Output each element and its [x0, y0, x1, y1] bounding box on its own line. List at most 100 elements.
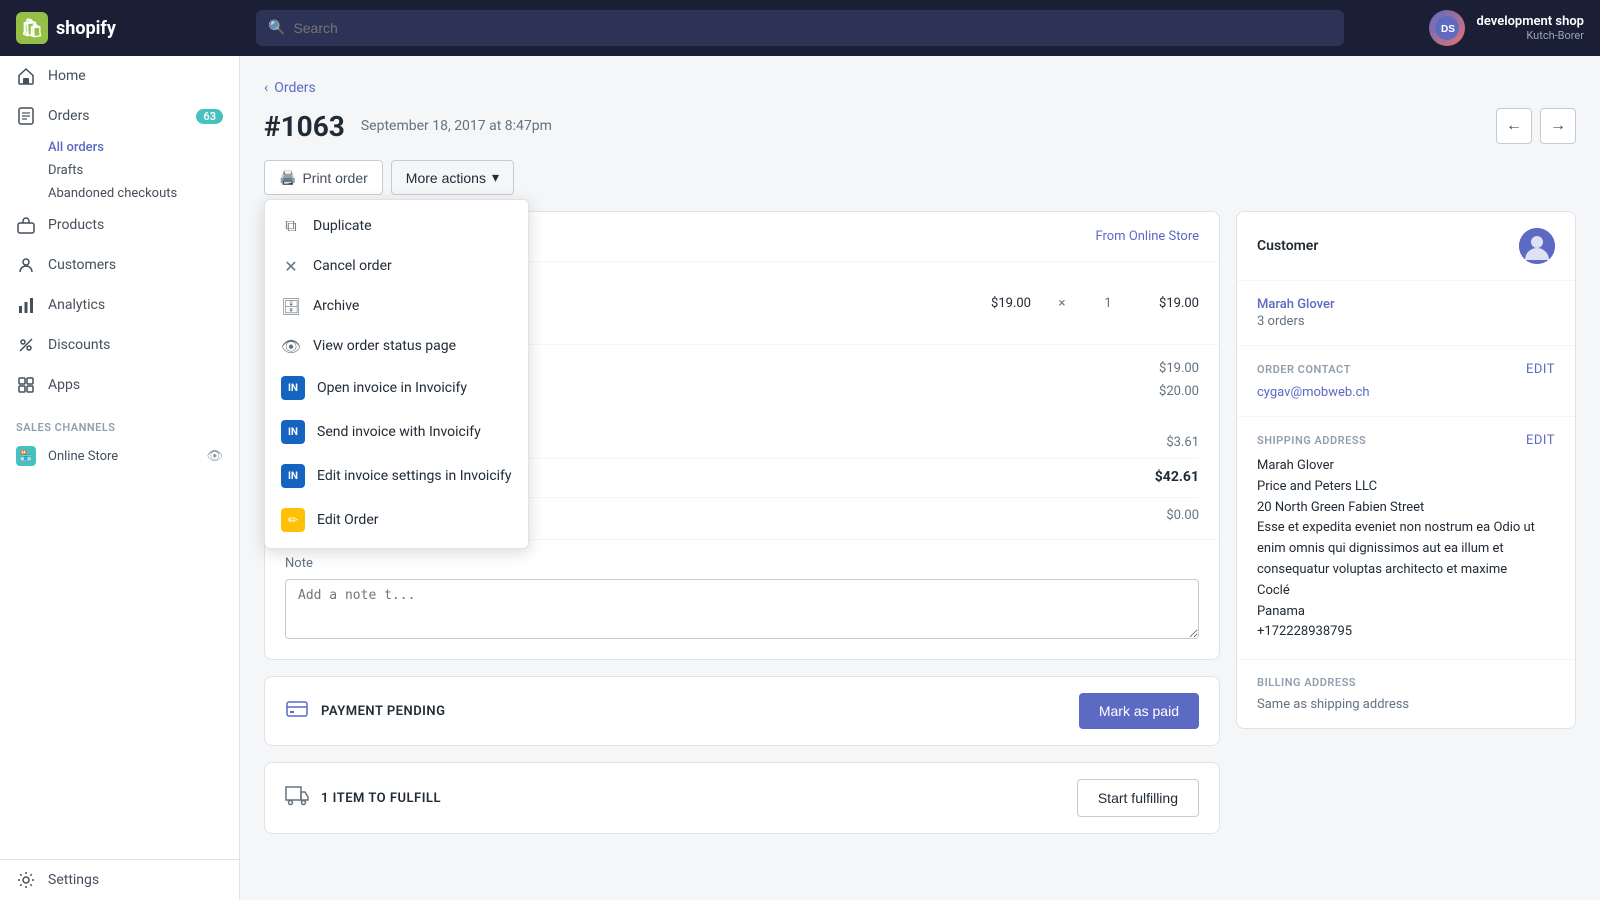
sidebar-item-home[interactable]: Home	[0, 56, 239, 96]
more-actions-button[interactable]: More actions ▾	[391, 160, 514, 195]
fulfill-card: 1 ITEM TO FULFILL Start fulfilling	[264, 762, 1220, 834]
logo[interactable]: 🛍 shopify	[16, 12, 256, 44]
sales-channels-title: SALES CHANNELS	[0, 405, 239, 438]
cancel-order-label: Cancel order	[313, 258, 392, 274]
breadcrumb[interactable]: ‹ Orders	[264, 80, 1576, 96]
dropdown-edit-order[interactable]: ✏ Edit Order	[265, 498, 528, 542]
note-input[interactable]	[285, 579, 1199, 639]
shop-name: development shop	[1477, 14, 1584, 29]
page-header-nav: ← →	[1496, 108, 1576, 144]
apps-icon	[16, 375, 36, 395]
customer-orders: 3 orders	[1257, 314, 1555, 329]
product-qty: 1	[1093, 296, 1123, 311]
billing-address-label: BILLING ADDRESS	[1257, 676, 1555, 689]
logo-text: shopify	[56, 18, 116, 39]
start-fulfilling-button[interactable]: Start fulfilling	[1077, 779, 1199, 817]
settings-icon	[16, 870, 36, 890]
edit-order-icon: ✏	[281, 508, 305, 532]
note-section: Note	[265, 540, 1219, 659]
view-status-label: View order status page	[313, 338, 456, 354]
customers-label: Customers	[48, 257, 116, 273]
more-actions-label: More actions	[406, 170, 486, 186]
sidebar-sub-drafts[interactable]: Drafts	[0, 159, 239, 182]
dropdown-duplicate[interactable]: ⧉ Duplicate	[265, 206, 528, 246]
sidebar-item-customers[interactable]: Customers	[0, 245, 239, 285]
printer-icon: 🖨️	[279, 169, 296, 186]
avatar[interactable]: DS	[1429, 10, 1465, 46]
billing-same-text: Same as shipping address	[1257, 697, 1555, 712]
sidebar-sub-abandoned[interactable]: Abandoned checkouts	[0, 182, 239, 205]
online-store-label: Online Store	[48, 449, 118, 464]
billing-address-section: BILLING ADDRESS Same as shipping address	[1237, 660, 1575, 728]
credit-card-icon	[285, 697, 309, 726]
sidebar-online-store[interactable]: 🏪 Online Store 👁	[0, 438, 239, 474]
shop-sub: Kutch-Borer	[1477, 29, 1584, 42]
search-bar[interactable]: 🔍	[256, 10, 1344, 46]
home-icon	[16, 66, 36, 86]
prev-order-button[interactable]: ←	[1496, 108, 1532, 144]
sidebar: Home Orders 63 All orders Drafts Abandon…	[0, 56, 240, 900]
sidebar-item-analytics[interactable]: Analytics	[0, 285, 239, 325]
eye-icon: 👁	[206, 449, 223, 464]
shipping-edit-link[interactable]: Edit	[1526, 433, 1555, 448]
products-icon	[16, 215, 36, 235]
discounts-label: Discounts	[48, 337, 110, 353]
customer-header: Customer	[1237, 212, 1575, 281]
duplicate-label: Duplicate	[313, 218, 372, 234]
print-order-button[interactable]: 🖨️ Print order	[264, 160, 383, 195]
sidebar-item-products[interactable]: Products	[0, 205, 239, 245]
cancel-icon: ✕	[281, 256, 301, 276]
dropdown-cancel-order[interactable]: ✕ Cancel order	[265, 246, 528, 286]
sidebar-sub-all-orders[interactable]: All orders	[0, 136, 239, 159]
archive-label: Archive	[313, 298, 359, 314]
breadcrumb-label: Orders	[274, 80, 316, 96]
invoicify-icon: IN	[281, 376, 305, 400]
customer-title: Customer	[1257, 238, 1318, 254]
sidebar-orders-label: Orders	[48, 108, 90, 124]
next-order-button[interactable]: →	[1540, 108, 1576, 144]
sidebar-item-discounts[interactable]: Discounts	[0, 325, 239, 365]
dropdown-send-invoice[interactable]: IN Send invoice with Invoicify	[265, 410, 528, 454]
customer-name[interactable]: Marah Glover	[1257, 297, 1555, 312]
page-header: #1063 September 18, 2017 at 8:47pm ← →	[264, 108, 1576, 144]
shopify-bag-icon: 🛍	[16, 12, 48, 44]
product-price: $19.00	[971, 296, 1031, 311]
dropdown-edit-invoice-settings[interactable]: IN Edit invoice settings in Invoicify	[265, 454, 528, 498]
breadcrumb-arrow: ‹	[264, 80, 268, 96]
discounts-icon	[16, 335, 36, 355]
payment-pending-card: PAYMENT PENDING Mark as paid	[264, 676, 1220, 746]
dropdown-view-status[interactable]: 👁 View order status page	[265, 326, 528, 366]
payment-pending-left: PAYMENT PENDING	[285, 697, 445, 726]
svg-text:DS: DS	[1441, 24, 1455, 35]
fulfill-label: 1 ITEM TO FULFILL	[321, 791, 441, 806]
apps-label: Apps	[48, 377, 80, 393]
dropdown-archive[interactable]: 🗄 Archive	[265, 286, 528, 326]
sidebar-item-settings[interactable]: Settings	[0, 860, 239, 900]
main-content: ‹ Orders #1063 September 18, 2017 at 8:4…	[240, 56, 1600, 900]
contact-email[interactable]: cygav@mobweb.ch	[1257, 385, 1555, 400]
search-input[interactable]	[293, 20, 1332, 36]
mark-as-paid-button[interactable]: Mark as paid	[1079, 693, 1199, 729]
send-invoice-label: Send invoice with Invoicify	[317, 424, 481, 440]
top-nav-right: DS development shop Kutch-Borer	[1344, 10, 1584, 46]
order-contact-label: ORDER CONTACT Edit	[1257, 362, 1555, 377]
duplicate-icon: ⧉	[281, 216, 301, 236]
sidebar-item-apps[interactable]: Apps	[0, 365, 239, 405]
invoicify-send-icon: IN	[281, 420, 305, 444]
tax-value: $3.61	[1166, 435, 1199, 450]
shipping-address-label: SHIPPING ADDRESS Edit	[1257, 433, 1555, 448]
archive-icon: 🗄	[281, 296, 301, 316]
order-date: September 18, 2017 at 8:47pm	[361, 118, 552, 134]
page-header-left: #1063 September 18, 2017 at 8:47pm	[264, 110, 552, 143]
analytics-icon	[16, 295, 36, 315]
abandoned-label: Abandoned checkouts	[48, 186, 177, 201]
sidebar-item-orders[interactable]: Orders 63	[0, 96, 239, 136]
top-nav: 🛍 shopify 🔍 DS development shop Kutch-Bo…	[0, 0, 1600, 56]
dropdown-open-invoice[interactable]: IN Open invoice in Invoicify	[265, 366, 528, 410]
customers-icon	[16, 255, 36, 275]
customer-avatar	[1519, 228, 1555, 264]
contact-edit-link[interactable]: Edit	[1526, 362, 1555, 377]
chevron-down-icon: ▾	[492, 169, 499, 186]
all-orders-label: All orders	[48, 140, 104, 155]
customer-body: Marah Glover 3 orders	[1237, 281, 1575, 345]
